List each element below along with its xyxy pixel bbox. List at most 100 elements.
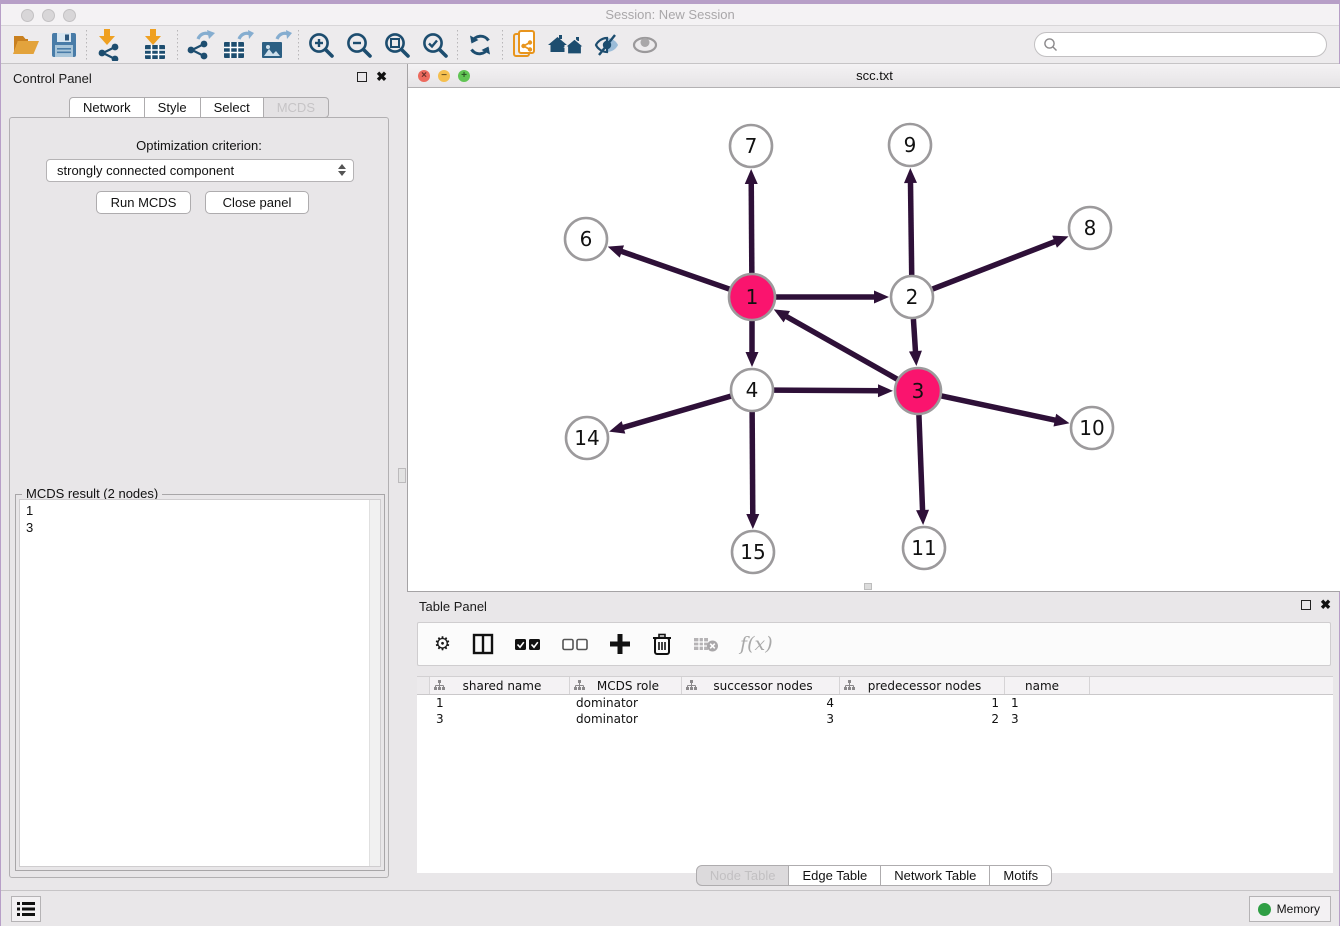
- float-table-panel-icon[interactable]: [1301, 600, 1311, 610]
- open-session-icon[interactable]: [7, 28, 45, 62]
- column-header-successor-nodes[interactable]: successor nodes: [682, 677, 840, 694]
- node-label-3: 3: [912, 379, 925, 403]
- node-label-10: 10: [1079, 416, 1104, 440]
- table-row[interactable]: 1dominator411: [417, 695, 1333, 711]
- edge-1-7[interactable]: [751, 180, 752, 273]
- show-graphics-icon: [626, 28, 664, 62]
- import-network-icon[interactable]: [90, 28, 128, 62]
- edge-4-15[interactable]: [752, 412, 753, 518]
- edge-2-8[interactable]: [933, 240, 1059, 289]
- network-graph[interactable]: 7968124314101511: [408, 88, 1340, 591]
- arrowhead-1-7: [745, 169, 758, 184]
- network-canvas[interactable]: 7968124314101511: [408, 88, 1340, 591]
- task-history-button[interactable]: [11, 896, 41, 922]
- network-view-window: × − + scc.txt 7968124314101511: [407, 64, 1340, 592]
- table-panel-tabs: Node TableEdge TableNetwork TableMotifs: [407, 865, 1340, 886]
- row-header-gutter: [417, 677, 430, 694]
- edge-1-6[interactable]: [618, 250, 729, 289]
- search-field[interactable]: [1034, 32, 1327, 57]
- close-panel-button[interactable]: Close panel: [205, 191, 309, 214]
- node-label-15: 15: [740, 540, 765, 564]
- export-table-icon[interactable]: [219, 28, 257, 62]
- edge-4-3[interactable]: [774, 390, 882, 391]
- zoom-in-icon[interactable]: [302, 28, 340, 62]
- tab-network-table[interactable]: Network Table: [881, 865, 990, 886]
- list-icon: [17, 902, 35, 916]
- optimization-criterion-label: Optimization criterion:: [10, 138, 388, 153]
- memory-button[interactable]: Memory: [1249, 896, 1331, 922]
- export-network-icon[interactable]: [181, 28, 219, 62]
- table-panel: Table Panel ✖ ⚙: [407, 592, 1340, 890]
- export-image-icon[interactable]: [257, 28, 295, 62]
- column-header-mcds-role[interactable]: MCDS role: [570, 677, 682, 694]
- window-titlebar: Session: New Session: [1, 0, 1339, 26]
- memory-label: Memory: [1277, 902, 1320, 916]
- clone-network-icon[interactable]: [506, 28, 544, 62]
- tab-mcds[interactable]: MCDS: [264, 97, 329, 118]
- table-body: 1dominator4113dominator323: [417, 695, 1333, 727]
- window-title: Session: New Session: [1, 7, 1339, 22]
- add-column-icon[interactable]: [609, 629, 631, 659]
- zoom-out-icon[interactable]: [340, 28, 378, 62]
- import-table-icon[interactable]: [136, 28, 174, 62]
- panel-divider-grip[interactable]: [398, 468, 406, 483]
- run-mcds-button[interactable]: Run MCDS: [96, 191, 191, 214]
- tab-style[interactable]: Style: [145, 97, 201, 118]
- mcds-tab-content: Optimization criterion: strongly connect…: [9, 117, 389, 878]
- control-panel-header: Control Panel ✖: [1, 64, 397, 92]
- ndex-home-icon[interactable]: [544, 28, 588, 62]
- edge-3-11[interactable]: [919, 415, 923, 514]
- refresh-layout-icon[interactable]: [461, 28, 499, 62]
- column-layout-icon[interactable]: [472, 629, 494, 659]
- edge-2-9[interactable]: [910, 179, 911, 275]
- zoom-fit-icon[interactable]: [378, 28, 416, 62]
- control-panel-tabs: NetworkStyleSelectMCDS: [1, 97, 397, 118]
- cell-name: 3: [1005, 711, 1090, 727]
- cell-successor-nodes: 3: [682, 711, 840, 727]
- cell-shared-name: 1: [430, 695, 570, 711]
- table-panel-title: Table Panel: [419, 599, 487, 614]
- criterion-value: strongly connected component: [57, 163, 234, 178]
- arrowhead-3-11: [916, 510, 929, 525]
- delete-column-icon[interactable]: [652, 629, 672, 659]
- table-toolbar: ⚙ f(x): [417, 622, 1331, 666]
- save-session-icon[interactable]: [45, 28, 83, 62]
- close-panel-icon[interactable]: ✖: [376, 71, 387, 82]
- main-toolbar: [1, 26, 1339, 64]
- tab-edge-table[interactable]: Edge Table: [789, 865, 881, 886]
- tab-select[interactable]: Select: [201, 97, 264, 118]
- arrowhead-2-3: [909, 351, 922, 366]
- cell-predecessor-nodes: 2: [840, 711, 1005, 727]
- table-row[interactable]: 3dominator323: [417, 711, 1333, 727]
- column-header-predecessor-nodes[interactable]: predecessor nodes: [840, 677, 1005, 694]
- search-icon: [1043, 37, 1059, 53]
- network-window-titlebar[interactable]: × − + scc.txt: [408, 64, 1340, 88]
- network-resize-grip[interactable]: [864, 583, 872, 590]
- application-window: Session: New Session: [0, 0, 1340, 926]
- cell-successor-nodes: 4: [682, 695, 840, 711]
- tab-motifs[interactable]: Motifs: [990, 865, 1052, 886]
- node-label-14: 14: [574, 426, 599, 450]
- close-table-panel-icon[interactable]: ✖: [1320, 599, 1331, 610]
- memory-status-icon: [1258, 903, 1271, 916]
- column-header-shared-name[interactable]: shared name: [430, 677, 570, 694]
- tab-node-table[interactable]: Node Table: [696, 865, 790, 886]
- table-header-row: shared nameMCDS rolesuccessor nodesprede…: [417, 676, 1333, 695]
- mcds-result-text[interactable]: 1 3: [19, 499, 381, 867]
- edge-3-10[interactable]: [941, 396, 1058, 421]
- zoom-selected-icon[interactable]: [416, 28, 454, 62]
- select-all-checkboxes-icon[interactable]: [515, 629, 541, 659]
- search-input[interactable]: [1059, 37, 1326, 52]
- column-header-name[interactable]: name: [1005, 677, 1090, 694]
- cell-name: 1: [1005, 695, 1090, 711]
- criterion-select[interactable]: strongly connected component: [46, 159, 354, 182]
- tab-network[interactable]: Network: [69, 97, 145, 118]
- settings-gear-icon[interactable]: ⚙: [434, 629, 451, 659]
- result-scrollbar[interactable]: [369, 500, 380, 866]
- edge-3-1[interactable]: [783, 315, 897, 379]
- float-panel-icon[interactable]: [357, 72, 367, 82]
- edge-2-3[interactable]: [913, 319, 915, 355]
- hide-panels-icon[interactable]: [588, 28, 626, 62]
- edge-4-14[interactable]: [620, 396, 731, 428]
- deselect-all-checkboxes-icon[interactable]: [562, 629, 588, 659]
